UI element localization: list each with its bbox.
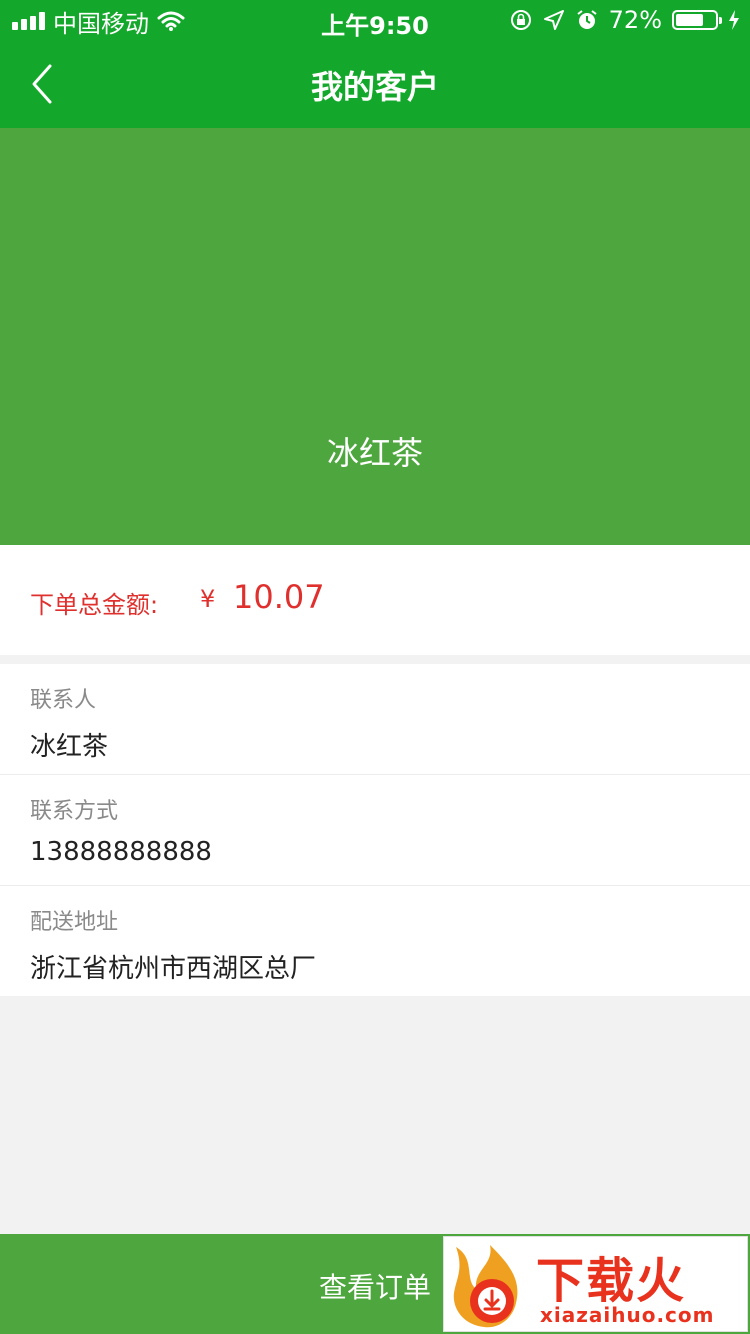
battery-percent: 72% [608, 6, 662, 34]
battery-fill [676, 14, 704, 26]
order-total-section: 下单总金额: ¥ 10.07 [0, 545, 750, 655]
info-value: 13888888888 [30, 837, 212, 867]
location-icon [543, 10, 564, 30]
status-bar: 中国移动 上午9:50 72% [0, 0, 750, 40]
info-value: 冰红茶 [30, 732, 109, 762]
flame-logo-icon [453, 1245, 518, 1328]
order-total-value: 10.07 [233, 578, 325, 616]
watermark-brand: 下载火 [536, 1253, 687, 1309]
customer-name: 冰红茶 [326, 434, 423, 472]
info-row-contact: 联系人 冰红茶 [0, 664, 750, 775]
info-label: 联系方式 [30, 799, 119, 824]
info-value: 浙江省杭州市西湖区总厂 [30, 954, 317, 984]
info-label: 联系人 [30, 688, 97, 713]
page-title: 我的客户 [310, 68, 439, 106]
info-row-phone: 联系方式 13888888888 [0, 775, 750, 886]
nav-bar: 我的客户 [0, 40, 750, 128]
rotation-lock-icon [510, 10, 531, 30]
watermark-url: xiazaihuo.com [540, 1303, 715, 1327]
customer-info-list: 联系人 冰红茶 联系方式 13888888888 配送地址 浙江省杭州市西湖区总… [0, 664, 750, 996]
info-row-address: 配送地址 浙江省杭州市西湖区总厂 [0, 886, 750, 996]
info-label: 配送地址 [30, 910, 119, 935]
watermark-logo: 下载火 xiazaihuo.com [443, 1236, 748, 1332]
charging-icon [729, 10, 739, 30]
currency-symbol: ¥ [200, 585, 216, 613]
order-total-label: 下单总金额: [30, 591, 159, 619]
customer-banner: 冰红茶 [0, 128, 750, 545]
status-right: 72% [509, 5, 740, 35]
battery-icon [672, 10, 722, 30]
alarm-icon [577, 10, 597, 29]
